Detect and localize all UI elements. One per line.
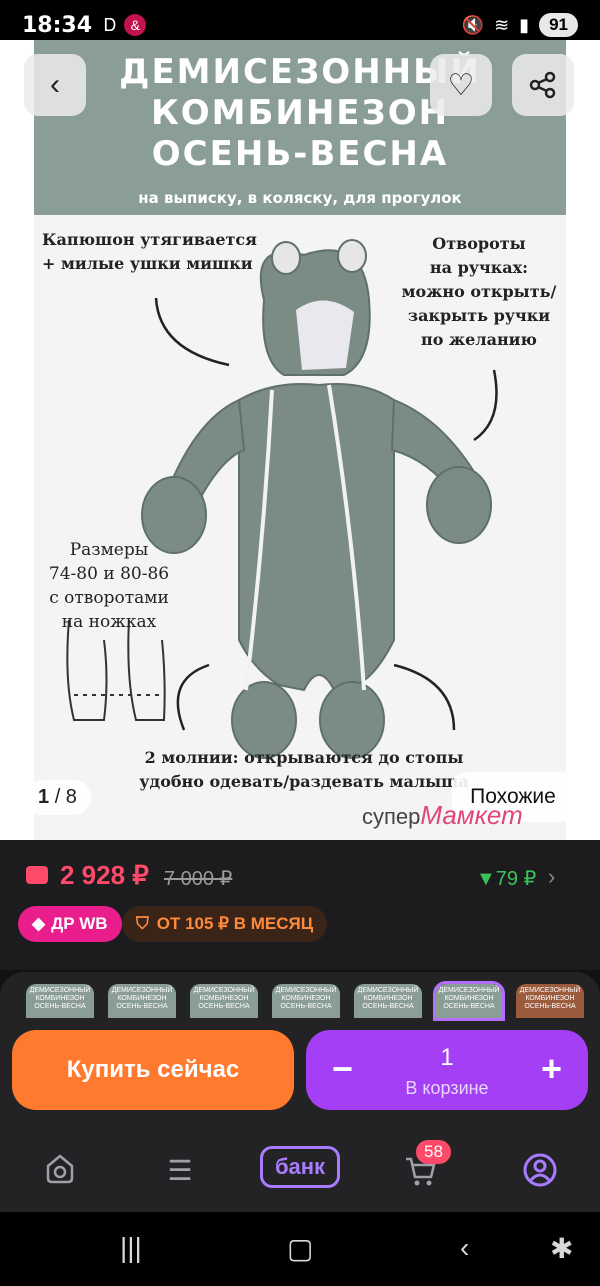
shield-icon: ⛉: [136, 914, 149, 933]
wallet-icon: [26, 866, 48, 884]
gallery-counter: 1 / 8: [24, 780, 91, 815]
installment-badge-label: ОТ 105 ₽ В МЕСЯЦ: [156, 914, 314, 933]
thumbnail[interactable]: ДЕМИСЕЗОННЫЙ КОМБИНЕЗОН ОСЕНЬ-ВЕСНА: [516, 984, 584, 1018]
installment-badge[interactable]: ⛉ ОТ 105 ₽ В МЕСЯЦ: [122, 906, 328, 942]
gallery-counter-current: 1: [38, 786, 50, 808]
current-price: 2 928 ₽: [60, 860, 149, 890]
jumpsuit-illustration: [66, 239, 498, 759]
thumbnail[interactable]: ДЕМИСЕЗОННЫЙ КОМБИНЕЗОН ОСЕНЬ-ВЕСНА: [272, 984, 340, 1018]
increase-quantity-button[interactable]: +: [541, 1048, 562, 1090]
bottom-nav: ☰ банк 58: [0, 1130, 600, 1212]
nav-profile[interactable]: [516, 1150, 564, 1190]
chevron-left-icon: ‹: [50, 68, 60, 101]
product-gallery[interactable]: ДЕМИСЕЗОННЫЙ КОМБИНЕЗОН ОСЕНЬ-ВЕСНА на в…: [0, 40, 600, 840]
caption-cuffs-line5: по желанию: [421, 330, 537, 349]
mute-icon: 🔇: [461, 14, 485, 35]
back-button[interactable]: ‹: [24, 54, 86, 116]
cart-quantity-control: − 1 В корзине +: [306, 1030, 588, 1110]
chevron-right-icon[interactable]: ›: [548, 864, 555, 890]
caption-cuffs-line4: закрыть ручки: [407, 306, 551, 325]
buy-now-button[interactable]: Купить сейчас: [12, 1030, 294, 1110]
thumbnail[interactable]: ДЕМИСЕЗОННЫЙ КОМБИНЕЗОН ОСЕНЬ-ВЕСНА: [108, 984, 176, 1018]
app-notification-icon: Ꭰ: [104, 14, 117, 35]
nav-search[interactable]: [36, 1150, 84, 1190]
caption-zips: 2 молнии: открываются до стопы удобно од…: [124, 746, 484, 794]
favorite-button[interactable]: ♡: [430, 54, 492, 116]
caption-zips-line2: удобно одевать/раздевать малыша: [139, 772, 469, 791]
diamond-icon: ◆: [32, 914, 46, 933]
thumbnail-strip: ДЕМИСЕЗОННЫЙ КОМБИНЕЗОН ОСЕНЬ-ВЕСНА ДЕМИ…: [26, 981, 584, 1021]
caption-zips-line1: 2 молнии: открываются до стопы: [144, 748, 464, 767]
wildberries-notification-icon: &: [124, 14, 147, 36]
caption-hood-line1: Капюшон утягивается: [42, 230, 257, 249]
wifi-icon: ≋: [494, 14, 510, 35]
caption-hood: Капюшон утягивается + милые ушки мишки: [42, 228, 257, 276]
thumbnail-selected[interactable]: ДЕМИСЕЗОННЫЙ КОМБИНЕЗОН ОСЕНЬ-ВЕСНА: [433, 981, 505, 1021]
price-section: 2 928 ₽ 7 000 ₽ ▼79 ₽ › ◆ ДР WB ⛉ ОТ 105…: [0, 840, 600, 970]
menu-icon: ☰: [167, 1154, 193, 1186]
birthday-badge[interactable]: ◆ ДР WB: [18, 906, 122, 942]
search-icon: [46, 1154, 74, 1184]
system-navigation: ||| ▢ ‹ ✱: [0, 1212, 600, 1286]
nav-bank[interactable]: банк: [260, 1146, 340, 1188]
old-price: 7 000 ₽: [164, 868, 233, 890]
recent-apps-icon[interactable]: |||: [120, 1232, 142, 1264]
accessibility-icon[interactable]: ✱: [550, 1232, 573, 1265]
share-icon: [529, 71, 556, 99]
share-button[interactable]: [512, 54, 574, 116]
caption-cuffs-line1: Отвороты: [432, 234, 526, 253]
thumbnail[interactable]: ДЕМИСЕЗОННЫЙ КОМБИНЕЗОН ОСЕНЬ-ВЕСНА: [26, 984, 94, 1018]
caption-cuffs: Отвороты на ручках: можно открыть/ закры…: [394, 232, 564, 352]
caption-sizes-line4: на ножках: [61, 612, 157, 632]
caption-cuffs-line3: можно открыть/: [401, 282, 557, 301]
product-image: ДЕМИСЕЗОННЫЙ КОМБИНЕЗОН ОСЕНЬ-ВЕСНА на в…: [34, 40, 566, 840]
caption-cuffs-line2: на ручках:: [429, 258, 529, 277]
heart-icon: ♡: [447, 68, 475, 102]
birthday-badge-label: ДР WB: [51, 914, 108, 933]
cart-count-badge: 58: [416, 1140, 451, 1164]
battery-indicator: 91: [539, 13, 578, 37]
gallery-counter-total: / 8: [54, 786, 77, 808]
brand-prefix: супер: [362, 804, 421, 829]
back-icon[interactable]: ‹: [460, 1232, 469, 1264]
brand-name: Мамкет: [420, 800, 523, 830]
caption-sizes-line3: с отворотами: [49, 588, 169, 608]
nav-catalog[interactable]: ☰: [156, 1150, 204, 1190]
caption-sizes-line1: Размеры: [69, 540, 149, 560]
thumbnail[interactable]: ДЕМИСЕЗОННЫЙ КОМБИНЕЗОН ОСЕНЬ-ВЕСНА: [354, 984, 422, 1018]
caption-sizes: Размеры 74-80 и 80-86 с отворотами на но…: [44, 538, 174, 634]
thumbnail[interactable]: ДЕМИСЕЗОННЫЙ КОМБИНЕЗОН ОСЕНЬ-ВЕСНА: [190, 984, 258, 1018]
home-icon[interactable]: ▢: [287, 1232, 313, 1265]
signal-icon: ▮: [519, 14, 530, 35]
caption-sizes-line2: 74-80 и 80-86: [48, 564, 170, 584]
caption-hood-line2: + милые ушки мишки: [42, 254, 253, 273]
brand-logo: суперМамкет: [362, 800, 523, 831]
status-time: 18:34: [22, 12, 93, 38]
profile-icon: [523, 1153, 557, 1187]
cashback-amount[interactable]: ▼79 ₽: [476, 866, 536, 891]
